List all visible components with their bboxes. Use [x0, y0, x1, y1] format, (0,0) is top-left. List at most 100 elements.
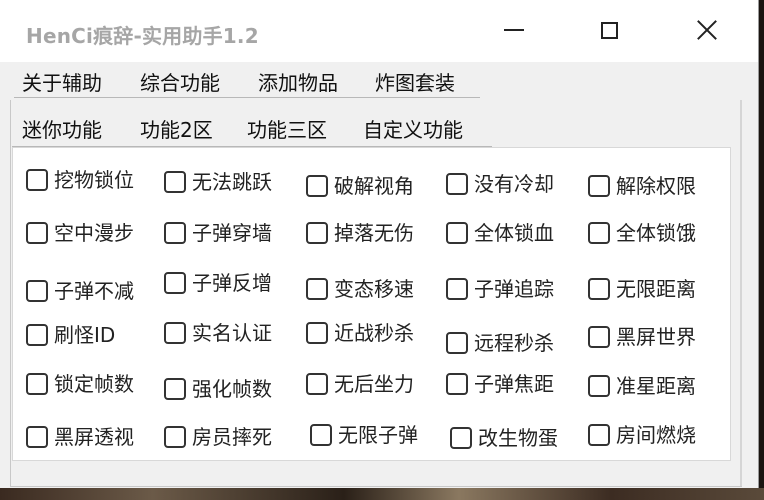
- checkbox-box[interactable]: [446, 278, 468, 300]
- checkbox-item[interactable]: 实名认证: [164, 321, 272, 345]
- checkbox-box[interactable]: [310, 424, 332, 446]
- checkbox-item[interactable]: 挖物锁位: [26, 168, 134, 192]
- desktop-background: [0, 488, 764, 500]
- checkbox-box[interactable]: [306, 322, 328, 344]
- checkbox-box[interactable]: [164, 378, 186, 400]
- checkbox-label: 近战秒杀: [334, 321, 414, 345]
- checkbox-box[interactable]: [588, 424, 610, 446]
- checkbox-label: 全体锁饿: [616, 221, 696, 245]
- checkbox-item[interactable]: 解除权限: [588, 174, 696, 198]
- checkbox-box[interactable]: [164, 426, 186, 448]
- checkbox-label: 掉落无伤: [334, 221, 414, 245]
- checkbox-item[interactable]: 黑屏世界: [588, 325, 696, 349]
- checkbox-box[interactable]: [26, 324, 48, 346]
- checkbox-box[interactable]: [26, 426, 48, 448]
- checkbox-label: 刷怪ID: [54, 323, 116, 347]
- checkbox-label: 改生物蛋: [478, 426, 558, 450]
- checkbox-box[interactable]: [588, 222, 610, 244]
- checkbox-box[interactable]: [588, 326, 610, 348]
- checkbox-box[interactable]: [164, 272, 186, 294]
- checkbox-label: 强化帧数: [192, 377, 272, 401]
- checkbox-box[interactable]: [588, 175, 610, 197]
- app-window: HenCi痕辞-实用助手1.2 关于辅助 综合功能 添加物品 炸图套装 迷你功能…: [0, 0, 759, 488]
- checkbox-item[interactable]: 房员摔死: [164, 425, 272, 449]
- checkbox-label: 锁定帧数: [54, 372, 134, 396]
- subtab-custom[interactable]: 自定义功能: [355, 114, 471, 146]
- checkbox-item[interactable]: 子弹穿墙: [164, 221, 272, 245]
- checkbox-label: 实名认证: [192, 321, 272, 345]
- checkbox-item[interactable]: 子弹不减: [26, 279, 134, 303]
- checkbox-box[interactable]: [306, 222, 328, 244]
- checkbox-label: 子弹反增: [192, 271, 272, 295]
- minimize-icon: [504, 29, 524, 31]
- checkbox-box[interactable]: [446, 222, 468, 244]
- checkbox-box[interactable]: [450, 427, 472, 449]
- checkbox-label: 变态移速: [334, 277, 414, 301]
- checkbox-item[interactable]: 远程秒杀: [446, 331, 554, 355]
- maximize-button[interactable]: [585, 8, 633, 52]
- checkbox-box[interactable]: [26, 373, 48, 395]
- checkbox-item[interactable]: 强化帧数: [164, 377, 272, 401]
- checkbox-item[interactable]: 刷怪ID: [26, 323, 115, 347]
- checkbox-box[interactable]: [306, 373, 328, 395]
- subtab-zone2[interactable]: 功能2区: [132, 114, 221, 149]
- checkbox-label: 无后坐力: [334, 372, 414, 396]
- checkbox-item[interactable]: 变态移速: [306, 277, 414, 301]
- checkbox-box[interactable]: [446, 373, 468, 395]
- checkbox-item[interactable]: 掉落无伤: [306, 221, 414, 245]
- checkbox-item[interactable]: 子弹反增: [164, 271, 272, 295]
- checkbox-label: 黑屏透视: [54, 425, 134, 449]
- checkbox-item[interactable]: 破解视角: [306, 174, 414, 198]
- checkbox-box[interactable]: [588, 375, 610, 397]
- checkbox-item[interactable]: 全体锁饿: [588, 221, 696, 245]
- checkbox-box[interactable]: [164, 171, 186, 193]
- checkbox-label: 没有冷却: [474, 172, 554, 196]
- checkbox-item[interactable]: 无法跳跃: [164, 170, 272, 194]
- checkbox-label: 房员摔死: [192, 425, 272, 449]
- checkbox-item[interactable]: 空中漫步: [26, 221, 134, 245]
- checkbox-box[interactable]: [446, 332, 468, 354]
- checkbox-item[interactable]: 准星距离: [588, 374, 696, 398]
- checkbox-label: 无限距离: [616, 277, 696, 301]
- checkbox-label: 子弹焦距: [474, 372, 554, 396]
- minimize-button[interactable]: [490, 8, 538, 52]
- checkbox-item[interactable]: 锁定帧数: [26, 372, 134, 396]
- checkbox-item[interactable]: 无后坐力: [306, 372, 414, 396]
- checkbox-box[interactable]: [26, 280, 48, 302]
- subtab-zone3[interactable]: 功能三区: [239, 114, 335, 146]
- maximize-icon: [600, 21, 618, 39]
- tab-add-items[interactable]: 添加物品: [250, 67, 346, 99]
- checkbox-label: 解除权限: [616, 174, 696, 198]
- checkbox-item[interactable]: 无限子弹: [310, 423, 418, 447]
- checkbox-item[interactable]: 子弹追踪: [446, 277, 554, 301]
- checkbox-item[interactable]: 房间燃烧: [588, 423, 696, 447]
- checkbox-label: 无法跳跃: [192, 170, 272, 194]
- checkbox-label: 远程秒杀: [474, 331, 554, 355]
- checkbox-item[interactable]: 没有冷却: [446, 172, 554, 196]
- checkbox-box[interactable]: [306, 175, 328, 197]
- checkbox-label: 黑屏世界: [616, 325, 696, 349]
- checkbox-label: 挖物锁位: [54, 168, 134, 192]
- close-button[interactable]: [683, 8, 731, 52]
- tab-map-suite[interactable]: 炸图套装: [367, 67, 463, 99]
- checkbox-box[interactable]: [26, 169, 48, 191]
- checkbox-label: 房间燃烧: [616, 423, 696, 447]
- checkbox-label: 准星距离: [616, 374, 696, 398]
- checkbox-item[interactable]: 改生物蛋: [450, 426, 558, 450]
- checkbox-box[interactable]: [164, 222, 186, 244]
- checkbox-box[interactable]: [446, 173, 468, 195]
- tab-general[interactable]: 综合功能: [132, 67, 228, 102]
- subtab-mini[interactable]: 迷你功能: [14, 114, 110, 146]
- checkbox-box[interactable]: [164, 322, 186, 344]
- title-bar[interactable]: HenCi痕辞-实用助手1.2: [0, 0, 758, 62]
- checkbox-box[interactable]: [588, 278, 610, 300]
- checkbox-item[interactable]: 无限距离: [588, 277, 696, 301]
- checkbox-item[interactable]: 近战秒杀: [306, 321, 414, 345]
- checkbox-label: 破解视角: [334, 174, 414, 198]
- tab-about[interactable]: 关于辅助: [14, 67, 110, 99]
- checkbox-box[interactable]: [26, 222, 48, 244]
- checkbox-item[interactable]: 黑屏透视: [26, 425, 134, 449]
- checkbox-item[interactable]: 子弹焦距: [446, 372, 554, 396]
- checkbox-box[interactable]: [306, 278, 328, 300]
- checkbox-item[interactable]: 全体锁血: [446, 221, 554, 245]
